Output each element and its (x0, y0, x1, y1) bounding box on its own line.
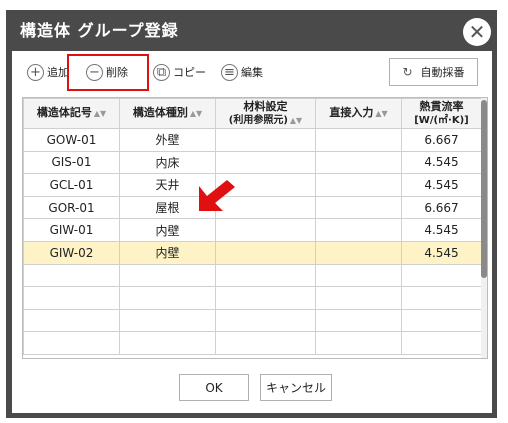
copy-button[interactable]: ⧉ コピー (153, 61, 206, 83)
cell-type: 外壁 (119, 128, 216, 152)
cell-type: 内壁 (119, 218, 216, 242)
cell-material (215, 218, 316, 242)
cell-direct (315, 173, 402, 197)
cell-code: GIW-01 (23, 218, 120, 242)
scrollbar-thumb[interactable] (481, 100, 487, 278)
plus-icon: + (27, 63, 44, 81)
edit-button[interactable]: ≡ 編集 (221, 61, 263, 83)
table-header-row: 構造体記号 ▲▼ 構造体種別 ▲▼ 材料設定 (利用参照元) ▲▼ 直接入力 ▲▼ 熱貫流… (23, 98, 482, 129)
copy-label: コピー (173, 66, 206, 79)
header-type[interactable]: 構造体種別 ▲▼ (119, 98, 216, 129)
header-direct[interactable]: 直接入力 ▲▼ (315, 98, 402, 129)
pointer-arrow-icon (199, 180, 235, 211)
cell-heat: 6.667 (401, 128, 482, 152)
table-row[interactable]: GIW-01 内壁 4.545 (23, 218, 482, 242)
delete-highlight-box (67, 54, 149, 91)
close-icon: ✕ (468, 20, 486, 44)
header-heat[interactable]: 熱貫流率 [W/(㎡·K)] (401, 98, 482, 129)
cell-direct (315, 128, 402, 152)
ok-button[interactable]: OK (179, 374, 249, 401)
sort-icon: ▲▼ (189, 109, 203, 119)
cancel-button[interactable]: キャンセル (260, 374, 332, 401)
cell-heat: 4.545 (401, 240, 482, 265)
cell-code: GOW-01 (23, 128, 120, 152)
edit-label: 編集 (241, 66, 263, 79)
cell-heat: 6.667 (401, 195, 482, 220)
header-code[interactable]: 構造体記号 ▲▼ (23, 98, 120, 129)
cell-code: GOR-01 (23, 195, 120, 220)
cell-heat: 4.545 (401, 218, 482, 242)
edit-icon: ≡ (221, 63, 238, 81)
cell-code: GCL-01 (23, 173, 120, 197)
auto-number-button[interactable]: ↻ 自動採番 (389, 58, 478, 86)
cell-material (215, 150, 316, 175)
cell-type: 内床 (119, 150, 216, 175)
cell-material (215, 128, 316, 152)
table-row[interactable]: GCL-01 天井 4.545 (23, 173, 482, 197)
cell-heat: 4.545 (401, 173, 482, 197)
cell-type: 内壁 (119, 240, 216, 265)
auto-number-label: 自動採番 (420, 66, 465, 79)
cell-direct (315, 218, 402, 242)
cell-code: GIS-01 (23, 150, 120, 175)
group-table: 構造体記号 ▲▼ 構造体種別 ▲▼ 材料設定 (利用参照元) ▲▼ 直接入力 ▲▼ 熱貫流… (22, 97, 488, 359)
cell-direct (315, 195, 402, 220)
table-row[interactable]: GIS-01 内床 4.545 (23, 150, 482, 175)
empty-row (23, 331, 482, 355)
cell-code: GIW-02 (23, 240, 120, 265)
add-label: 追加 (47, 66, 69, 79)
table-row-selected[interactable]: GIW-02 内壁 4.545 (23, 240, 482, 265)
table-row[interactable]: GOW-01 外壁 6.667 (23, 128, 482, 152)
refresh-icon: ↻ (402, 65, 413, 79)
cell-direct (315, 150, 402, 175)
empty-row (23, 286, 482, 310)
table-row[interactable]: GOR-01 屋根 6.667 (23, 195, 482, 220)
empty-row (23, 308, 482, 333)
cell-material (215, 240, 316, 265)
close-button[interactable]: ✕ (463, 18, 491, 46)
add-button[interactable]: + 追加 (27, 61, 69, 83)
cell-heat: 4.545 (401, 150, 482, 175)
sort-icon: ▲▼ (289, 115, 303, 125)
empty-row (23, 263, 482, 288)
sort-icon: ▲▼ (375, 109, 388, 119)
header-material[interactable]: 材料設定 (利用参照元) ▲▼ (215, 98, 316, 129)
copy-icon: ⧉ (153, 63, 170, 81)
dialog-title: 構造体 グループ登録 (20, 21, 179, 40)
cell-direct (315, 240, 402, 265)
sort-icon: ▲▼ (93, 109, 107, 119)
